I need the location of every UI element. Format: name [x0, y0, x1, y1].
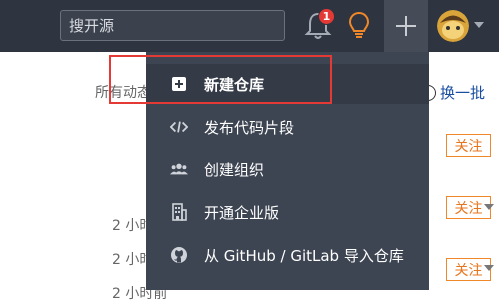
code-icon	[170, 118, 188, 136]
lightbulb-icon[interactable]	[348, 10, 370, 40]
user-avatar[interactable]	[437, 10, 469, 42]
menu-item-new-repo[interactable]: 新建仓库	[146, 64, 429, 104]
menu-item-label: 创建组织	[204, 160, 265, 179]
avatar-dropdown-caret-icon[interactable]	[474, 22, 484, 28]
chevron-down-icon[interactable]	[484, 204, 494, 210]
plus-square-icon	[170, 75, 188, 93]
avatar-image	[437, 10, 469, 42]
menu-item-label: 发布代码片段	[204, 118, 295, 137]
chevron-down-icon[interactable]	[484, 265, 494, 271]
menu-item-label: 新建仓库	[204, 75, 265, 94]
menu-item-label: 从 GitHub / GitLab 导入仓库	[204, 246, 404, 265]
create-dropdown-menu: 新建仓库 发布代码片段 创建组织 开通企业版 从 GitHub / GitLab…	[146, 52, 429, 290]
notification-badge: 1	[318, 8, 335, 25]
plus-icon	[396, 16, 416, 36]
menu-item-import-repo[interactable]: 从 GitHub / GitLab 导入仓库	[146, 235, 429, 275]
follow-button[interactable]: 关注	[446, 134, 491, 157]
menu-item-label: 开通企业版	[204, 203, 280, 222]
refresh-label: 换一批	[440, 84, 486, 102]
feed-tab-all[interactable]: 所有动态	[95, 82, 151, 102]
menu-item-new-org[interactable]: 创建组织	[146, 149, 429, 189]
top-navbar: 1	[0, 0, 499, 52]
create-new-button[interactable]	[384, 0, 428, 52]
users-icon	[170, 160, 188, 178]
refresh-button[interactable]: 换一批	[420, 82, 485, 103]
menu-item-new-snippet[interactable]: 发布代码片段	[146, 107, 429, 147]
building-icon	[170, 203, 188, 221]
github-icon	[170, 246, 188, 264]
menu-item-enterprise[interactable]: 开通企业版	[146, 192, 429, 232]
search-input[interactable]	[60, 10, 285, 41]
